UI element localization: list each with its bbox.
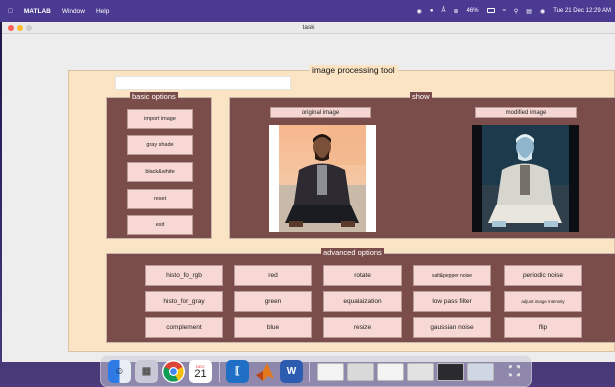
gaussian-noise-button[interactable]: gaussian noise <box>413 317 491 338</box>
resize-button[interactable]: resize <box>323 317 402 338</box>
word-icon[interactable]: W <box>280 360 303 383</box>
periodic-noise-button[interactable]: periodic noise <box>504 265 582 286</box>
adjust-image-intensity-button[interactable]: adjust image intensity <box>504 291 582 312</box>
import-image-button[interactable]: import image <box>127 109 193 129</box>
blue-button[interactable]: blue <box>234 317 312 338</box>
dock-divider-2 <box>309 362 310 382</box>
black-white-button[interactable]: black&white <box>127 162 193 182</box>
panel-title: image processing tool <box>309 65 398 75</box>
dock-divider <box>219 362 220 382</box>
complement-button[interactable]: complement <box>145 317 223 338</box>
bluetooth-icon[interactable]: Å <box>442 8 446 14</box>
minimized-window-thumb[interactable] <box>437 363 464 381</box>
histo-fo-rgb-button[interactable]: histo_fo_rgb <box>145 265 223 286</box>
red-button[interactable]: red <box>234 265 312 286</box>
flip-button[interactable]: flip <box>504 317 582 338</box>
zoom-window-button[interactable] <box>26 25 32 31</box>
battery-percent: 46% <box>466 8 479 14</box>
apple-icon[interactable]:  <box>8 8 13 15</box>
calendar-day: 21 <box>194 367 207 380</box>
wifi-icon[interactable]: ≈ <box>503 8 506 14</box>
wifi-status-icon[interactable]: ◉ <box>417 8 422 15</box>
histo-for-gray-button[interactable]: histo_for_gray <box>145 291 223 312</box>
exit-button[interactable]: exit <box>127 215 193 235</box>
calendar-icon[interactable]: DEC 21 <box>189 360 212 383</box>
window-title: task <box>2 22 615 34</box>
modified-image <box>472 125 579 232</box>
close-window-button[interactable] <box>8 25 14 31</box>
menu-help[interactable]: Help <box>96 8 109 15</box>
menu-window[interactable]: Window <box>62 8 85 15</box>
menu-app-name[interactable]: MATLAB <box>24 8 51 15</box>
advanced-options-group: advanced options histo_fo_rgb red rotate… <box>106 248 615 343</box>
control-center-icon[interactable]: ▤ <box>526 8 532 15</box>
minimized-window-thumb[interactable] <box>377 363 404 381</box>
dock: ☺ ▦ DEC 21 ⟦ W ⛚ <box>100 355 532 387</box>
main-panel: image processing tool basic options impo… <box>68 65 615 352</box>
show-title: show <box>410 92 432 101</box>
minimized-window-thumb[interactable] <box>467 363 494 381</box>
advanced-options-title: advanced options <box>321 248 384 257</box>
minimize-window-button[interactable] <box>17 25 23 31</box>
original-image-label: original image <box>270 107 371 118</box>
rotate-button[interactable]: rotate <box>323 265 402 286</box>
trash-icon[interactable]: ⛚ <box>503 360 526 383</box>
battery-icon[interactable] <box>486 7 495 15</box>
desktop:  MATLAB Window Help ◉ ● Å ⊕ 46% ≈ ⚲ ▤ ◉… <box>0 0 615 387</box>
network-icon[interactable]: ⊕ <box>454 8 459 15</box>
launchpad-icon[interactable]: ▦ <box>135 360 158 383</box>
search-icon[interactable]: ⚲ <box>514 8 518 15</box>
basic-options-group: basic options import image gray shade bl… <box>106 92 212 239</box>
minimized-window-thumb[interactable] <box>407 363 434 381</box>
minimized-window-thumb[interactable] <box>347 363 374 381</box>
clock[interactable]: Tue 21 Dec 12:29 AM <box>553 8 611 14</box>
show-group: show original image modified image <box>229 92 615 239</box>
low-pass-filter-button[interactable]: low pass filter <box>413 291 491 312</box>
status-icon[interactable]: ● <box>430 8 434 14</box>
chrome-icon[interactable] <box>162 360 185 383</box>
basic-options-title: basic options <box>130 92 178 101</box>
salt-pepper-noise-button[interactable]: salt&pepper noise <box>413 265 491 286</box>
finder-icon[interactable]: ☺ <box>108 360 131 383</box>
equalization-button[interactable]: equalaization <box>323 291 402 312</box>
menu-bar:  MATLAB Window Help ◉ ● Å ⊕ 46% ≈ ⚲ ▤ ◉… <box>0 0 615 22</box>
gray-shade-button[interactable]: gray shade <box>127 135 193 155</box>
modified-image-label: modified image <box>475 107 577 118</box>
siri-icon[interactable]: ◉ <box>540 8 545 15</box>
minimized-window-thumb[interactable] <box>317 363 344 381</box>
original-image <box>269 125 376 232</box>
path-textbox[interactable] <box>115 76 291 90</box>
matlab-icon[interactable] <box>253 360 276 383</box>
green-button[interactable]: green <box>234 291 312 312</box>
vscode-icon[interactable]: ⟦ <box>226 360 249 383</box>
reset-button[interactable]: reset <box>127 189 193 209</box>
